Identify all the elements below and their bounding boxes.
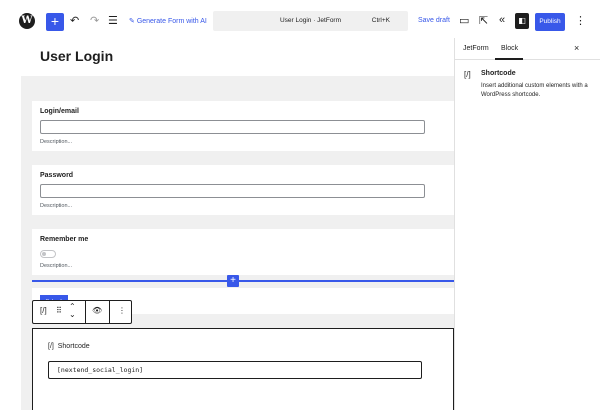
shortcode-input[interactable]: [nextend_social_login] (48, 361, 422, 379)
remember-me-toggle[interactable] (40, 250, 56, 258)
move-down-icon[interactable]: ⌄ (69, 310, 76, 319)
command-shortcut: Ctrl+K (371, 17, 390, 24)
shortcode-icon[interactable]: [/] (40, 306, 47, 315)
publish-button[interactable]: Publish (535, 13, 565, 31)
list-view-icon[interactable]: ☰ (108, 14, 118, 27)
title-area: User Login (21, 38, 454, 76)
field-description: Description... (40, 263, 73, 269)
document-title-bar[interactable]: User Login · JetForm Ctrl+K (213, 11, 408, 31)
settings-panel-icon[interactable]: ◧ (515, 13, 529, 29)
preview-icon[interactable]: ▭ (459, 14, 469, 27)
shortcode-block[interactable]: [/] Shortcode [nextend_social_login] (32, 328, 454, 410)
insert-block-button[interactable]: + (227, 275, 239, 287)
settings-sidebar: JetForm Block × [/] Shortcode Insert add… (454, 38, 600, 410)
field-label: Password (40, 172, 74, 179)
active-tab-indicator (495, 58, 523, 60)
field-label: Remember me (40, 236, 89, 243)
block-insertion-line (32, 280, 454, 282)
block-description: Insert additional custom elements with a… (481, 83, 588, 98)
shortcode-block-label: Shortcode (57, 343, 90, 350)
block-title: Shortcode (481, 70, 516, 77)
drag-handle-icon[interactable]: ⠿ (56, 306, 62, 315)
shortcode-block-header: [/] Shortcode (48, 343, 90, 350)
options-menu-icon[interactable]: ⋮ (575, 14, 586, 27)
field-block-password[interactable]: Password Description... (32, 165, 454, 215)
field-block-remember[interactable]: Remember me Description... (32, 229, 454, 275)
generate-form-ai-button[interactable]: ✎ Generate Form with AI (129, 17, 207, 25)
undo-icon[interactable]: ↶ (70, 14, 79, 27)
field-description: Description... (40, 139, 73, 145)
sidebar-tabs: JetForm Block × (455, 38, 600, 60)
login-email-input[interactable] (40, 120, 425, 134)
more-options-icon[interactable]: ⋮ (118, 306, 126, 315)
collapse-icon[interactable]: « (499, 14, 505, 26)
close-icon[interactable]: × (574, 43, 579, 53)
field-description: Description... (40, 203, 73, 209)
password-input[interactable] (40, 184, 425, 198)
generate-form-ai-label: Generate Form with AI (136, 18, 207, 25)
shortcode-icon: [/] (48, 343, 54, 350)
save-draft-button[interactable]: Save draft (418, 17, 450, 24)
block-toolbar: [/] ⠿ ⌃ ⌄ 👁 ⋮ (32, 300, 132, 324)
field-label: Login/email (40, 108, 79, 115)
tab-jetform[interactable]: JetForm (463, 45, 489, 52)
editor-top-bar: W + ↶ ↷ ☰ ✎ Generate Form with AI User L… (0, 0, 600, 40)
tab-block[interactable]: Block (501, 45, 518, 52)
shortcode-icon: [/] (464, 70, 471, 79)
add-block-button[interactable]: + (46, 13, 64, 31)
wordpress-logo-icon[interactable]: W (19, 13, 35, 29)
redo-icon[interactable]: ↷ (90, 14, 99, 27)
toolbar-divider (85, 301, 86, 323)
eye-icon[interactable]: 👁 (92, 306, 102, 315)
page-title[interactable]: User Login (40, 48, 113, 64)
external-view-icon[interactable]: ⇱ (479, 14, 488, 27)
editor-canvas: User Login Login/email Description... Pa… (21, 38, 454, 410)
field-block-login[interactable]: Login/email Description... (32, 101, 454, 151)
toolbar-divider (109, 301, 110, 323)
